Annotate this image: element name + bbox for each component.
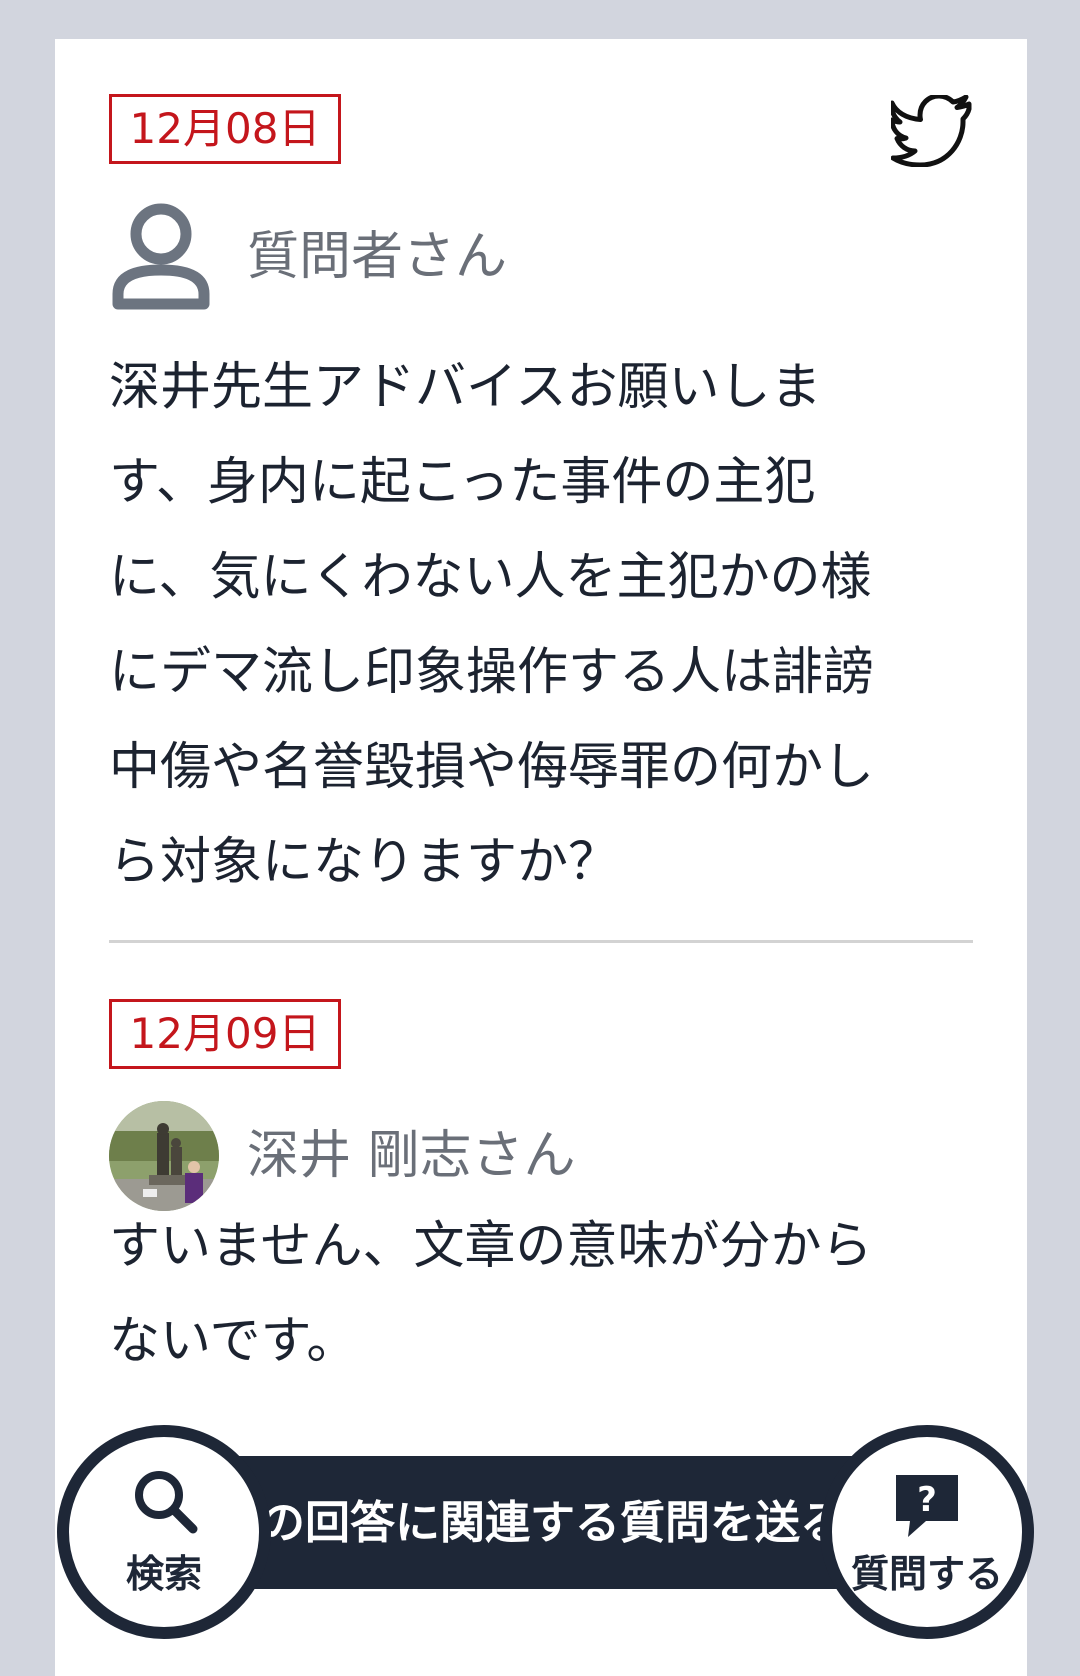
twitter-icon	[888, 93, 972, 168]
question-text: 深井先生アドバイスお願いします、身内に起こった事件の主犯に、気にくわない人を主犯…	[109, 358, 875, 892]
related-question-banner-text: この回答に関連する質問を送る	[214, 1496, 845, 1549]
question-icon: ?	[896, 1475, 958, 1537]
search-icon	[135, 1471, 198, 1534]
related-question-banner[interactable]: この回答に関連する質問を送る	[185, 1456, 875, 1589]
svg-text:?: ?	[917, 1480, 937, 1520]
ask-question-button[interactable]: ? 質問する	[820, 1425, 1034, 1639]
search-button-label: 検索	[125, 1552, 202, 1596]
divider	[109, 940, 973, 943]
profile-photo	[109, 1101, 219, 1211]
answer-author-name: 深井 剛志さん	[247, 1126, 576, 1186]
question-author-name: 質問者さん	[247, 227, 508, 287]
answer-text: すいません、文章の意味が分からないです。	[109, 1217, 873, 1371]
qa-card: 12月08日 質問者さん 深井先生アドバイスお願いします、身内に起こった事件の主…	[55, 39, 1027, 1676]
answerer-avatar[interactable]	[109, 1101, 219, 1211]
answer-date-badge: 12月09日	[109, 999, 341, 1069]
question-date-badge: 12月08日	[109, 94, 341, 164]
twitter-share-button[interactable]	[888, 93, 975, 168]
ask-question-label: 質問する	[850, 1552, 1003, 1596]
user-avatar	[112, 202, 210, 312]
search-button[interactable]: 検索	[57, 1425, 271, 1639]
user-icon	[112, 203, 210, 310]
